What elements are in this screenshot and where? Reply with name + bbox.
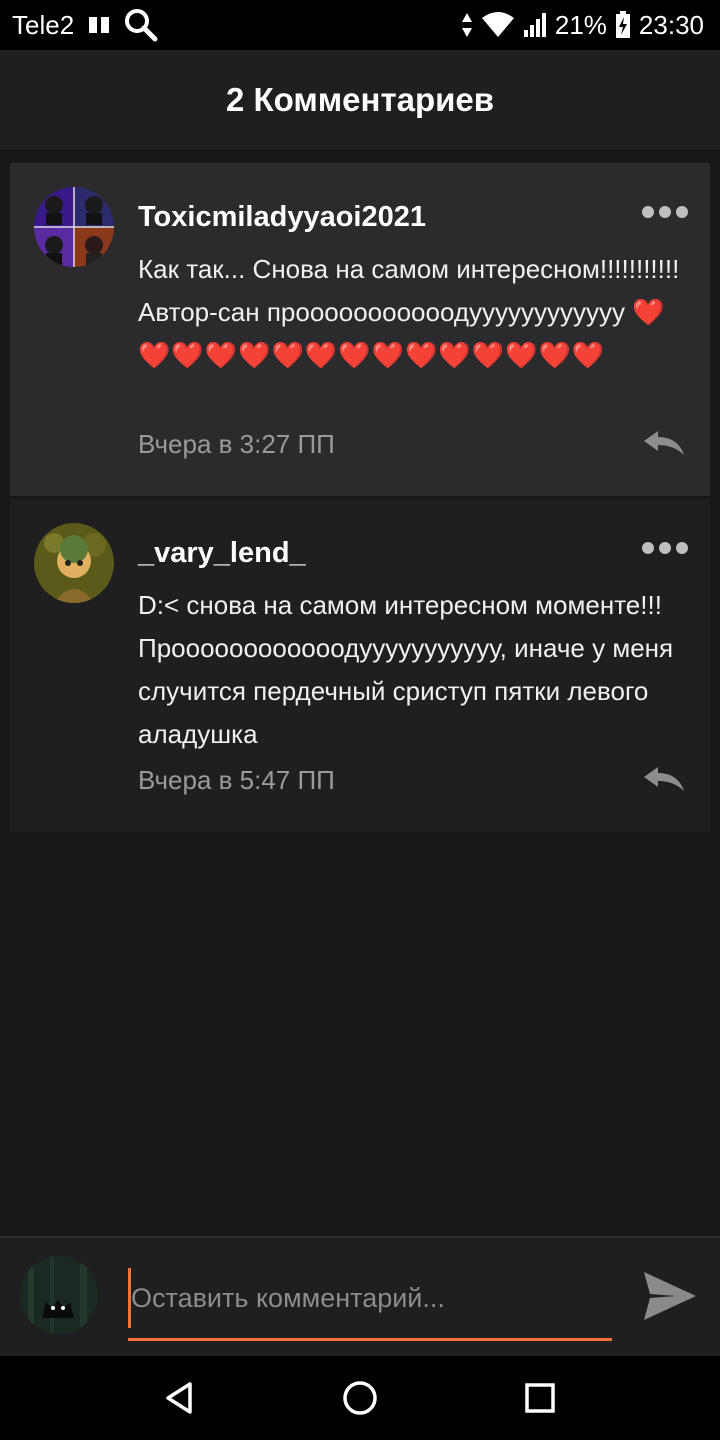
system-nav-bar xyxy=(0,1356,720,1440)
comment-username[interactable]: _vary_lend_ xyxy=(138,535,686,571)
comment-field-wrapper xyxy=(128,1268,615,1341)
more-icon[interactable] xyxy=(642,541,688,555)
comment-input[interactable] xyxy=(128,1268,615,1328)
comment-timestamp: Вчера в 5:47 ПП xyxy=(138,765,335,795)
send-icon[interactable] xyxy=(642,1268,698,1324)
comment-item[interactable]: Toxicmiladyyaoi2021 Как так... Снова на … xyxy=(10,163,710,496)
comment-text: Как так... Снова на самом интересном!!!!… xyxy=(138,248,686,377)
avatar xyxy=(20,1256,98,1334)
reply-icon[interactable] xyxy=(642,765,686,795)
comment-text: D:< снова на самом интересном моменте!!!… xyxy=(138,590,674,749)
search-icon xyxy=(124,8,158,42)
comment-item[interactable]: _vary_lend_ D:< снова на самом интересно… xyxy=(10,499,710,832)
signal-icon xyxy=(523,12,547,38)
status-bar: Tele2 21% 23:30 xyxy=(0,0,720,50)
data-arrows-icon xyxy=(461,12,473,38)
comment-timestamp: Вчера в 3:27 ПП xyxy=(138,429,335,459)
comment-body: Как так... Снова на самом интересном!!!!… xyxy=(138,254,680,327)
comment-input-bar xyxy=(0,1236,720,1356)
carrier-label: Tele2 xyxy=(12,9,75,40)
comment-list: Toxicmiladyyaoi2021 Как так... Снова на … xyxy=(10,163,710,832)
avatar[interactable] xyxy=(34,187,114,267)
comment-username[interactable]: Toxicmiladyyaoi2021 xyxy=(138,199,686,235)
page-title: 2 Комментариев xyxy=(225,81,495,118)
reply-icon[interactable] xyxy=(642,429,686,459)
battery-percent: 21% xyxy=(554,9,607,40)
battery-charging-icon xyxy=(615,11,631,39)
avatar[interactable] xyxy=(34,523,114,603)
clock: 23:30 xyxy=(638,9,704,40)
more-icon[interactable] xyxy=(642,205,688,219)
home-icon[interactable] xyxy=(340,1378,380,1418)
wifi-icon xyxy=(481,12,515,38)
header: 2 Комментариев xyxy=(0,50,720,152)
back-icon[interactable] xyxy=(160,1378,200,1418)
recents-icon[interactable] xyxy=(520,1378,560,1418)
sim-icon xyxy=(88,15,110,35)
